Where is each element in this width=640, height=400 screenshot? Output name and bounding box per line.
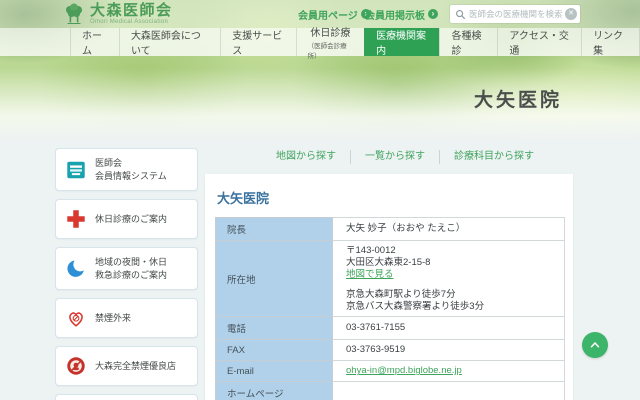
- row-label: 院長: [215, 217, 333, 241]
- table-row-phone: 電話 03-3761-7155: [215, 316, 565, 341]
- table-row-director: 院長 大矢 妙子（おおや たえこ）: [215, 217, 565, 241]
- non-smoking-store-icon: [67, 357, 85, 376]
- table-row-email: E-mail ohya-in@mpd.biglobe.ne.jp: [215, 360, 565, 383]
- sidebar-item-non-smoking-store[interactable]: 大森完全禁煙優良店: [55, 346, 198, 387]
- scroll-to-top-button[interactable]: [582, 332, 608, 358]
- homepage-value: [332, 381, 565, 400]
- table-row-homepage: ホームページ: [215, 381, 565, 400]
- tree-logo-icon: [66, 3, 82, 24]
- street-address: 大田区大森東2-15-8: [346, 256, 431, 268]
- nav-item-support[interactable]: 支援サービス: [220, 28, 295, 57]
- member-page-label: 会員用ページ: [298, 10, 358, 22]
- row-label: 電話: [215, 316, 333, 341]
- phone-value: 03-3761-7155: [332, 316, 565, 341]
- nav-item-checkups[interactable]: 各種検診: [439, 28, 497, 57]
- nav-item-links[interactable]: リンク集: [581, 28, 640, 57]
- row-label: ホームページ: [215, 381, 333, 400]
- sidebar-item-no-smoking-outpatient[interactable]: 禁煙外来: [55, 298, 198, 339]
- sidebar: 医師会会員情報システム 休日診療のご案内 地域の夜間・休日救急診療のご案内: [55, 148, 198, 400]
- nav-item-holiday-care[interactable]: 休日診療 （医師会診療所）: [295, 28, 364, 60]
- arrow-circle-icon: ›: [428, 9, 438, 19]
- sidebar-item-label: 地域の夜間・休日 救急診療のご案内: [95, 257, 168, 280]
- sidebar-item-label: 休日診療のご案内: [95, 213, 168, 224]
- access-info-1: 京急大森町駅より徒歩7分: [346, 288, 456, 300]
- search-clear-icon[interactable]: ✕: [565, 8, 577, 20]
- tab-search-by-map[interactable]: 地図から探す: [262, 150, 350, 164]
- table-row-fax: FAX 03-3763-9519: [215, 339, 565, 362]
- director-value: 大矢 妙子（おおや たえこ）: [332, 217, 565, 241]
- night-emergency-icon: [67, 260, 84, 277]
- sidebar-item-label: 大森完全禁煙優良店: [95, 361, 177, 372]
- logo[interactable]: 大森医師会 Omori Medical Association: [62, 2, 173, 26]
- postal-code: 〒143-0012: [346, 245, 396, 256]
- clinic-detail-card: 大矢医院 院長 大矢 妙子（おおや たえこ） 所在地 〒143-0012 大田区…: [205, 174, 573, 400]
- view-map-link[interactable]: 地図で見る: [346, 269, 394, 280]
- table-row-address: 所在地 〒143-0012 大田区大森東2-15-8 地図で見る 京急大森町駅よ…: [215, 239, 565, 318]
- clinic-name-heading: 大矢医院: [217, 191, 270, 206]
- tab-search-by-department[interactable]: 診療科目から探す: [439, 150, 548, 164]
- chevron-up-icon: [590, 342, 600, 348]
- tab-search-by-list[interactable]: 一覧から探す: [350, 150, 439, 164]
- page-title: 大矢医院: [473, 90, 562, 111]
- sidebar-item-member-system[interactable]: 医師会 会員情報システム: [55, 148, 198, 192]
- search-box[interactable]: ✕: [450, 5, 580, 23]
- main-column: 地図から探す 一覧から探す 診療科目から探す 大矢医院 院長 大矢 妙子（おおや…: [205, 140, 573, 400]
- nav-item-home[interactable]: ホーム: [70, 28, 119, 57]
- search-input[interactable]: [469, 9, 565, 19]
- search-tabs: 地図から探す 一覧から探す 診療科目から探す: [262, 140, 573, 174]
- row-label: E-mail: [215, 360, 333, 383]
- holiday-care-icon: [67, 210, 85, 228]
- nav-item-institutions[interactable]: 医療機関案内: [364, 28, 440, 57]
- row-label: FAX: [215, 339, 333, 362]
- nav-item-access[interactable]: アクセス・交通: [497, 28, 581, 57]
- site-title: 大森医師会: [90, 2, 173, 19]
- fax-value: 03-3763-9519: [332, 339, 565, 362]
- member-info-system-icon: [67, 161, 85, 178]
- nav-item-holiday-care-sub: （医師会診療所）: [307, 43, 347, 60]
- address-value: 〒143-0012 大田区大森東2-15-8 地図で見る 京急大森町駅より徒歩7…: [332, 239, 565, 318]
- member-board-link[interactable]: 会員用掲示板 ›: [365, 0, 438, 28]
- sidebar-item-dementia-care[interactable]: 認知症対策: [55, 394, 198, 400]
- sidebar-item-holiday-care[interactable]: 休日診療のご案内: [55, 199, 198, 240]
- site-subtitle: Omori Medical Association: [90, 19, 169, 25]
- search-icon: [456, 9, 465, 19]
- clinic-info-table: 院長 大矢 妙子（おおや たえこ） 所在地 〒143-0012 大田区大森東2-…: [215, 217, 565, 400]
- nav-item-about[interactable]: 大森医師会について: [118, 28, 220, 57]
- row-label: 所在地: [215, 239, 333, 318]
- email-link[interactable]: ohya-in@mpd.biglobe.ne.jp: [346, 365, 462, 376]
- sidebar-item-label: 医師会 会員情報システム: [95, 158, 167, 181]
- no-smoking-outpatient-icon: [69, 312, 83, 328]
- content-area: 医師会会員情報システム 休日診療のご案内 地域の夜間・休日救急診療のご案内: [0, 140, 640, 400]
- access-info-2: 京急バス大森警察署より徒歩3分: [346, 300, 485, 312]
- main-nav: ホーム 大森医師会について 支援サービス 休日診療 （医師会診療所） 医療機関案…: [0, 28, 640, 60]
- sidebar-item-night-emergency[interactable]: 地域の夜間・休日 救急診療のご案内: [55, 247, 198, 291]
- sidebar-item-label: 禁煙外来: [95, 313, 132, 324]
- member-board-label: 会員用掲示板: [365, 10, 425, 22]
